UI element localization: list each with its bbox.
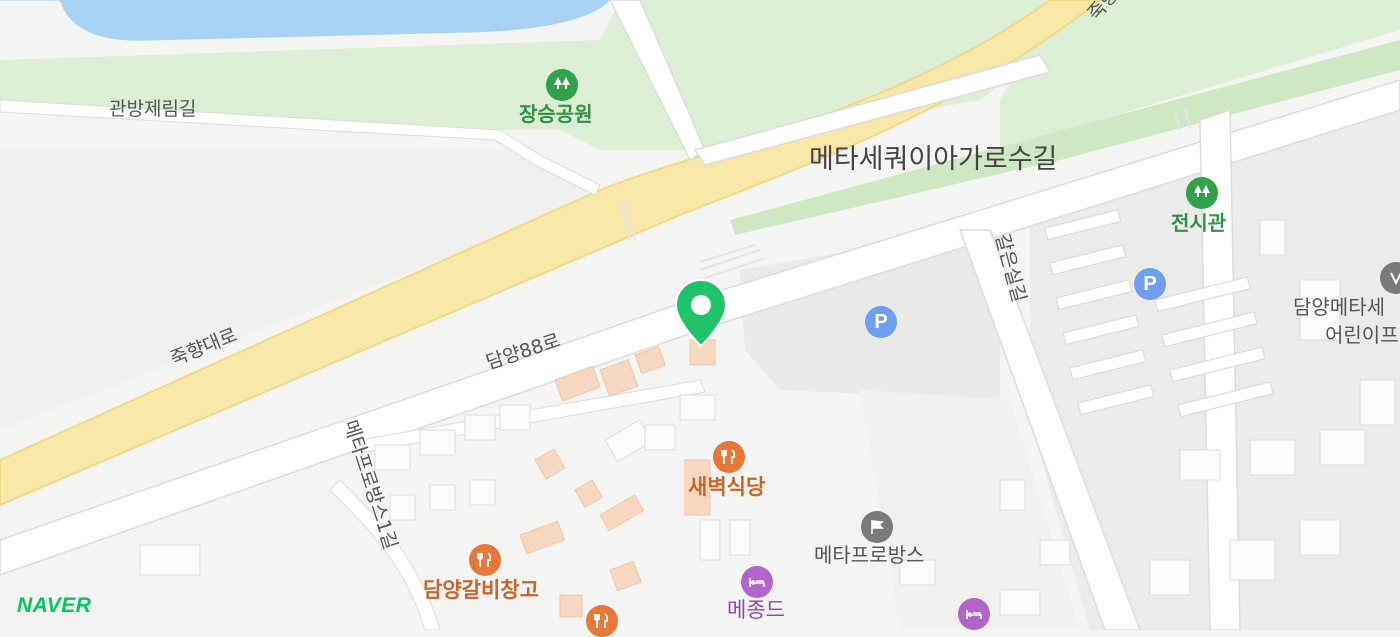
restaurant-icon[interactable] [469, 544, 501, 576]
lodging-icon[interactable] [741, 566, 773, 598]
exhibition-hall-label[interactable]: 전시관 [1171, 213, 1226, 233]
jangseung-park-label[interactable]: 장승공원 [519, 104, 593, 124]
metasequoia-road-label[interactable]: 메타세쿼이아가로수길 [809, 146, 1057, 173]
park-icon[interactable] [546, 69, 578, 101]
location-pin-marker[interactable] [673, 278, 729, 350]
restaurant-icon[interactable] [713, 441, 745, 473]
parking-icon[interactable]: P [865, 306, 897, 338]
gwanbang-road-label: 관방제림길 [109, 98, 197, 120]
maison-label[interactable]: 메종드 [727, 600, 785, 621]
kindergarten-label-line2[interactable]: 어린이프 [1325, 325, 1399, 345]
parking-icon[interactable]: P [1134, 268, 1166, 300]
metaprovence-label[interactable]: 메타프로방스 [814, 545, 924, 565]
restaurant-icon[interactable] [586, 605, 618, 637]
galbi-restaurant-label[interactable]: 담양갈비창고 [423, 580, 539, 601]
naver-logo: NAVER [17, 594, 92, 617]
saebyeok-restaurant-label[interactable]: 새벽식당 [688, 477, 765, 498]
flag-icon[interactable] [861, 511, 893, 543]
park-icon[interactable] [1186, 177, 1218, 209]
kindergarten-label-line1[interactable]: 담양메타세 [1293, 297, 1385, 317]
lodging-icon[interactable] [958, 598, 990, 630]
